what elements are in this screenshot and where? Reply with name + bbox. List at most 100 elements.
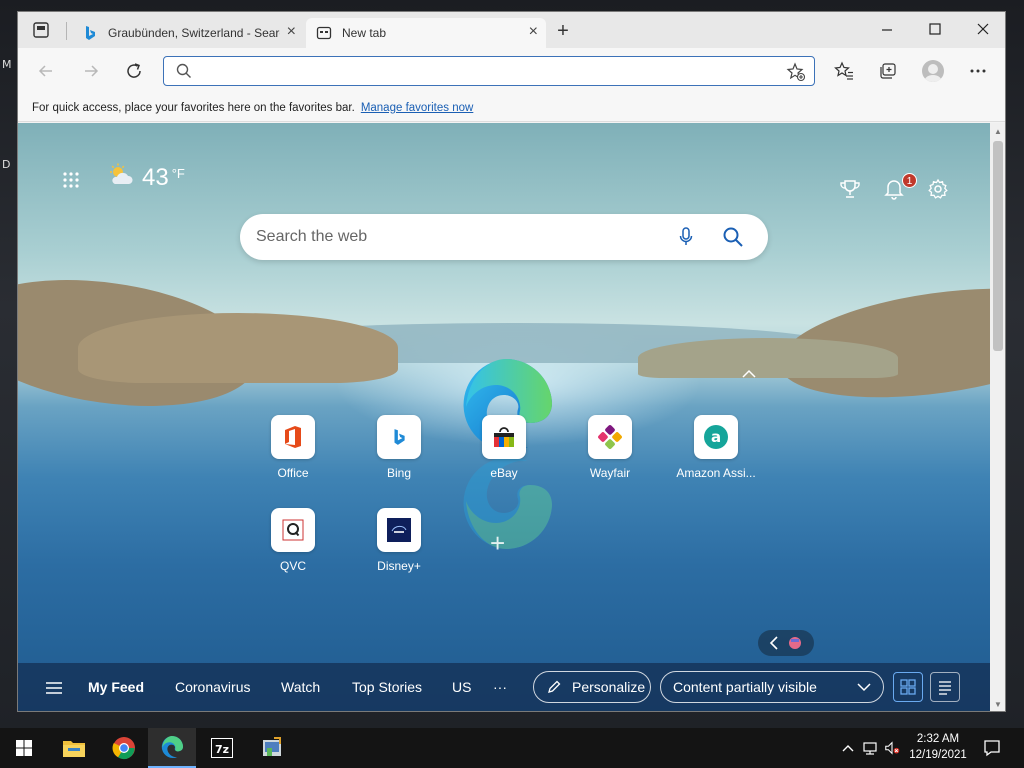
browser-toolbar	[18, 48, 1005, 94]
pencil-icon	[546, 679, 562, 695]
quick-link-label: Bing	[386, 466, 412, 480]
close-tab-icon[interactable]: ×	[287, 24, 296, 40]
tab-graubunden[interactable]: Graubünden, Switzerland - Searc ×	[72, 18, 304, 48]
chevron-up-icon[interactable]	[840, 740, 856, 756]
office-logo-icon	[271, 415, 315, 459]
bing-logo-icon	[377, 415, 421, 459]
close-tab-icon[interactable]: ×	[529, 24, 538, 40]
bing-favicon-icon	[82, 25, 98, 41]
feed-tab-top-stories[interactable]: Top Stories	[352, 679, 422, 695]
personalize-button[interactable]: Personalize	[533, 671, 651, 703]
quick-link-office[interactable]: Office	[248, 415, 338, 480]
tab-actions-icon[interactable]	[32, 21, 50, 39]
tab-bar: Graubünden, Switzerland - Searc × New ta…	[18, 12, 1005, 48]
minimize-icon[interactable]	[876, 18, 898, 40]
carousel-controls[interactable]	[758, 630, 814, 656]
feed-tab-my-feed[interactable]: My Feed	[88, 679, 144, 695]
quick-link-label: Disney+	[377, 559, 421, 573]
back-arrow-icon[interactable]	[34, 59, 58, 83]
quick-link-label: QVC	[279, 559, 306, 573]
page-scrollbar[interactable]: ▲ ▼	[990, 123, 1005, 711]
tab-new-tab[interactable]: New tab ×	[306, 18, 546, 48]
list-layout-icon[interactable]	[930, 672, 960, 702]
clock-time: 2:32 AM	[916, 733, 960, 745]
partly-cloudy-icon	[108, 163, 134, 192]
network-icon[interactable]	[862, 740, 878, 756]
hamburger-menu-icon[interactable]	[44, 678, 64, 703]
start-windows-icon[interactable]	[0, 728, 48, 768]
browser-window: Graubünden, Switzerland - Searc × New ta…	[17, 11, 1006, 712]
maximize-icon[interactable]	[924, 18, 946, 40]
notification-badge: 1	[902, 173, 917, 188]
address-bar[interactable]	[163, 56, 815, 86]
7zip-icon[interactable]: 7z	[198, 728, 246, 768]
feed-avatar-icon	[788, 635, 802, 656]
tab-separator	[66, 22, 67, 40]
web-search-input[interactable]	[256, 227, 656, 247]
manage-favorites-link[interactable]: Manage favorites now	[361, 102, 474, 114]
wayfair-logo-icon	[588, 415, 632, 459]
quick-link-ebay[interactable]: eBay	[459, 415, 549, 480]
scroll-down-arrow-icon[interactable]: ▼	[994, 700, 1002, 709]
refresh-icon[interactable]	[122, 59, 146, 83]
weather-widget[interactable]: 43 °F	[108, 163, 185, 192]
taskbar: 7z 2:32 AM 12/19/2021	[0, 728, 1024, 768]
ebay-bag-icon	[482, 415, 526, 459]
collapse-chevron-up-icon[interactable]	[742, 366, 756, 384]
chrome-icon[interactable]	[100, 728, 148, 768]
weather-unit: °F	[171, 166, 185, 181]
new-tab-page: 43 °F 1 Search the web Office Bing eBay …	[18, 123, 990, 711]
favorites-bar: For quick access, place your favorites h…	[18, 94, 1005, 122]
feed-navigation-bar: My Feed Coronavirus Watch Top Stories US…	[18, 663, 990, 711]
personalize-label: Personalize	[572, 679, 646, 695]
scroll-thumb[interactable]	[993, 141, 1003, 351]
web-search-box[interactable]	[240, 214, 768, 260]
search-submit-icon[interactable]	[722, 226, 744, 253]
close-window-icon[interactable]	[972, 18, 994, 40]
feed-tab-us[interactable]: US	[452, 679, 471, 695]
edge-taskbar-icon[interactable]	[148, 728, 196, 768]
taskbar-clock[interactable]: 2:32 AM 12/19/2021	[902, 731, 974, 763]
feed-more-icon[interactable]: ···	[493, 679, 507, 695]
grid-layout-icon[interactable]	[893, 672, 923, 702]
profile-avatar[interactable]	[921, 59, 945, 83]
forward-arrow-icon[interactable]	[79, 59, 103, 83]
tab-title: Graubünden, Switzerland - Searc	[108, 26, 280, 40]
amazon-assistant-logo-icon: a	[694, 415, 738, 459]
new-tab-plus-icon[interactable]: +	[552, 21, 574, 43]
clock-date: 12/19/2021	[909, 749, 967, 761]
file-explorer-icon[interactable]	[50, 728, 98, 768]
desktop-icon-label: M	[2, 58, 12, 71]
scroll-up-arrow-icon[interactable]: ▲	[994, 127, 1002, 136]
notification-center-icon[interactable]	[983, 739, 1001, 757]
svg-text:7z: 7z	[215, 743, 229, 756]
search-icon	[176, 63, 192, 84]
quick-link-label: eBay	[490, 466, 518, 480]
settings-more-icon[interactable]	[966, 59, 990, 83]
quick-link-qvc[interactable]: QVC	[248, 508, 338, 573]
weather-temperature: 43	[142, 163, 169, 191]
microphone-icon[interactable]	[678, 226, 694, 253]
app-launcher-icon[interactable]	[60, 169, 82, 191]
new-tab-favicon-icon	[316, 25, 332, 41]
feed-tab-coronavirus[interactable]: Coronavirus	[175, 679, 250, 695]
quick-link-amazon-assistant[interactable]: a Amazon Assi...	[671, 415, 761, 480]
address-input[interactable]	[202, 61, 762, 81]
installer-app-icon[interactable]	[248, 728, 296, 768]
add-quick-link-icon[interactable]: +	[490, 528, 505, 559]
desktop-icon-label: D	[2, 158, 11, 171]
rewards-trophy-icon[interactable]	[838, 177, 862, 201]
quick-link-disney-plus[interactable]: Disney+	[354, 508, 444, 573]
background-scenery	[78, 313, 398, 383]
page-settings-gear-icon[interactable]	[926, 177, 950, 201]
quick-link-bing[interactable]: Bing	[354, 415, 444, 480]
feed-tab-watch[interactable]: Watch	[281, 679, 320, 695]
qvc-logo-icon	[271, 508, 315, 552]
add-favorite-icon[interactable]	[786, 62, 806, 87]
collections-icon[interactable]	[876, 59, 900, 83]
favorites-icon[interactable]	[832, 59, 856, 83]
content-visibility-dropdown[interactable]: Content partially visible	[660, 671, 884, 703]
chevron-left-icon[interactable]	[769, 636, 779, 655]
volume-muted-icon[interactable]	[884, 740, 900, 756]
quick-link-wayfair[interactable]: Wayfair	[565, 415, 655, 480]
